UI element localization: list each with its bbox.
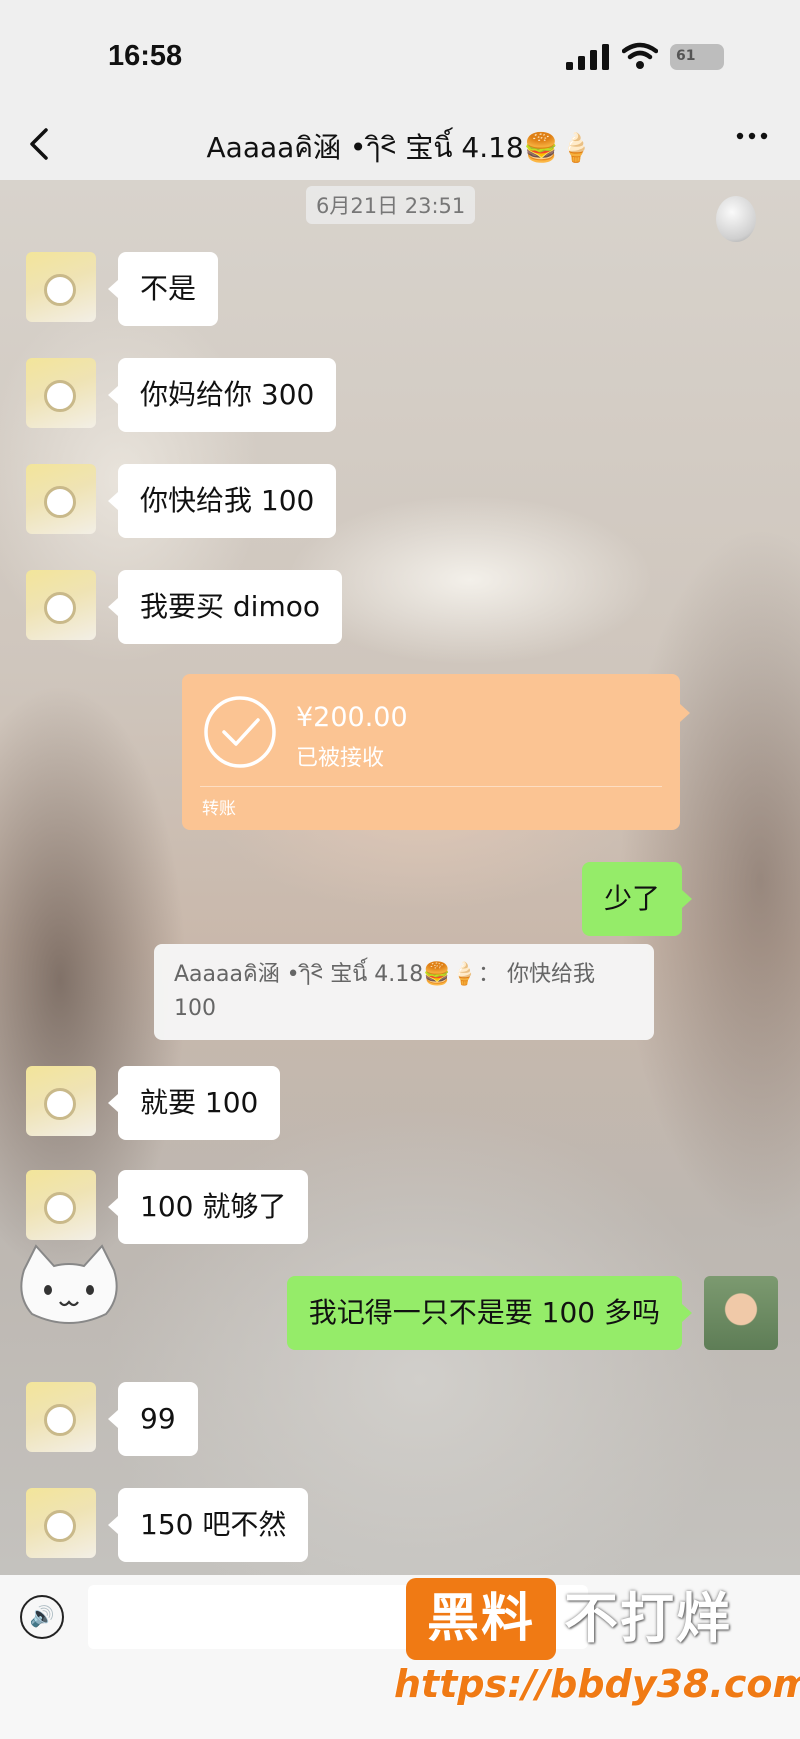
more-button[interactable] [734, 118, 770, 162]
wifi-icon [622, 42, 658, 69]
status-bar: 16:58 61 [0, 0, 800, 110]
quoted-message[interactable]: Aaaaaคิ涵 •ๅิ<ิ 宝นิ์ 4.18🍔🍦： 你快给我 100 [154, 944, 654, 1040]
cat-sticker [20, 1244, 118, 1324]
transfer-card[interactable]: ¥200.00 已被接收 转账 [182, 674, 690, 830]
ellipsis-icon [736, 132, 768, 140]
voice-button[interactable]: 🔊 [20, 1595, 64, 1639]
message-bubble-left[interactable]: 150 吧不然 [107, 1488, 309, 1562]
message-bubble-right[interactable]: 我记得一只不是要 100 多吗 [286, 1276, 693, 1350]
message-bubble-left[interactable]: 就要 100 [107, 1066, 281, 1140]
contact-avatar[interactable] [26, 1170, 96, 1240]
message-timestamp: 6月21日 23:51 [306, 186, 476, 224]
contact-avatar[interactable] [26, 252, 96, 322]
contact-avatar[interactable] [26, 570, 96, 640]
contact-avatar[interactable] [26, 1488, 96, 1558]
watermark-url: https://bbdy38.com [394, 1662, 800, 1706]
contact-avatar[interactable] [26, 1382, 96, 1452]
voice-icon: 🔊 [29, 1604, 55, 1628]
transfer-amount: ¥200.00 [296, 702, 408, 733]
watermark-logo-text: 黑料 [426, 1589, 535, 1649]
watermark-text: 不打烊 [564, 1587, 732, 1650]
message-bubble-left[interactable]: 不是 [107, 252, 219, 326]
transfer-divider [200, 786, 662, 787]
contact-avatar[interactable] [26, 464, 96, 534]
signal-icon [566, 44, 609, 70]
message-bubble-left[interactable]: 我要买 dimoo [108, 570, 342, 644]
status-time: 16:58 [108, 40, 183, 72]
battery-level: 61 [676, 48, 696, 64]
message-bubble-left[interactable]: 99 [108, 1382, 198, 1456]
watermark-logo: 黑料 [406, 1578, 556, 1660]
back-button[interactable] [24, 124, 54, 164]
my-avatar[interactable] [704, 1276, 778, 1350]
message-bubble-left[interactable]: 你快给我 100 [107, 464, 337, 538]
transfer-label: 转账 [202, 799, 236, 819]
nav-bar: Aaaaaคิ涵 •ๅิ<ิ 宝นิ์ 4.18🍔🍦 [0, 110, 800, 180]
check-circle-icon [204, 696, 276, 768]
message-bubble-right[interactable]: 少了 [581, 862, 693, 936]
contact-avatar[interactable] [26, 358, 96, 428]
contact-avatar[interactable] [26, 1066, 96, 1136]
chat-title: Aaaaaคิ涵 •ๅิ<ิ 宝นิ์ 4.18🍔🍦 [206, 131, 594, 164]
chevron-left-icon [30, 128, 48, 160]
message-bubble-left[interactable]: 你妈给你 300 [107, 358, 337, 432]
decorative-ball [716, 196, 756, 242]
message-bubble-left[interactable]: 100 就够了 [107, 1170, 309, 1244]
transfer-status: 已被接收 [296, 746, 385, 771]
